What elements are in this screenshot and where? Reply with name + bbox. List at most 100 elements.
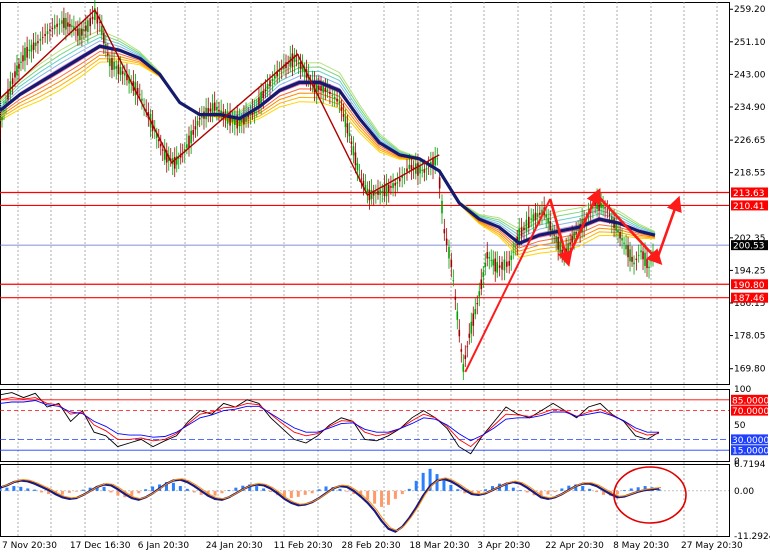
candle-body [295,60,298,62]
histogram-bar [67,490,71,493]
candle-body [627,245,629,258]
candle-body [5,101,7,104]
candle-body [39,38,42,41]
candle-body [569,242,571,245]
candle-body [604,207,606,208]
candle-body [642,251,644,260]
time-axis-label: 28 Feb 20:30 [342,541,401,550]
candle-body [648,266,650,268]
candle-body [486,252,489,259]
candle-body [443,229,446,234]
candle-body [79,28,81,41]
candle-body [490,259,493,261]
candle-body [520,227,523,237]
candle-body [480,279,483,290]
price-level-label: 190.80 [733,281,765,291]
candle-body [63,17,65,28]
candle-body [1,116,3,121]
candle-body [606,210,609,212]
candle-body [264,89,267,92]
candle-body [472,313,475,326]
candle-body [333,96,336,99]
candle-body [354,152,357,166]
candle-body [329,91,331,94]
candle-body [598,198,600,211]
histogram-bar [227,490,231,491]
histogram-bar [102,486,106,491]
candle-body [640,250,642,253]
candle-body [557,236,559,250]
histogram-bar [262,488,266,491]
candle-body [637,254,640,256]
candle-body [30,44,33,52]
oscillator-level-label: 85.0000 [732,396,769,406]
histogram-bar [456,489,460,491]
candle-body [69,23,71,27]
candle-body [0,123,1,130]
candle-body [392,183,394,189]
candle-body [508,260,511,266]
candle-body [492,259,495,266]
candle-body [336,98,338,102]
candle-body [518,228,521,242]
candle-body [91,16,94,20]
candle-body [138,94,141,96]
candle-body [532,214,535,222]
candle-body [49,29,51,31]
candle-body [201,116,203,118]
price-axis-label: 178.05 [734,332,766,342]
candle-body [85,25,87,31]
histogram-bar [317,489,321,491]
chart-svg: 259.20251.10243.00234.90226.65218.55202.… [0,0,770,551]
oscillator-axis-label: 50 [734,421,746,431]
candle-body [383,185,386,197]
candle-body [623,242,625,244]
candle-body [324,87,327,92]
candle-body [534,212,537,221]
candle-body [216,106,218,111]
histogram-axis-label: 6.7194 [734,460,766,470]
candle-body [159,143,162,147]
candle-body [466,346,469,348]
histogram-bar [484,489,488,491]
histogram-bar [345,490,349,492]
candle-body [381,191,384,193]
candle-body [559,241,561,253]
candle-body [530,218,532,220]
histogram-bar [324,486,328,491]
candle-body [364,185,367,189]
candle-body [527,216,530,228]
candle-body [514,246,517,248]
time-axis-label: 24 Jan 20:30 [206,541,263,550]
candle-body [121,71,124,75]
candle-body [271,78,274,82]
histogram-bar [407,488,411,491]
candle-body [625,245,627,250]
candle-body [547,217,549,224]
candle-body [484,262,487,268]
candle-body [81,28,83,36]
candle-body [448,246,450,259]
candle-body [464,355,467,360]
candle-body [478,291,481,297]
histogram-bar [116,490,120,496]
candle-body [619,231,621,239]
candle-body [331,94,334,96]
candle-body [539,212,541,215]
candle-body [503,259,506,271]
candle-body [631,256,633,262]
candle-body [192,130,195,135]
histogram-bar [310,490,314,494]
histogram-bar [615,490,619,495]
candle-body [510,255,513,260]
histogram-bar [171,482,175,491]
price-axis-label: 251.10 [734,38,766,48]
histogram-bar [303,490,307,495]
candle-body [506,261,508,267]
candle-body [452,280,455,282]
candle-body [567,243,569,252]
candle-body [644,252,646,266]
candle-body [340,106,343,112]
histogram-bar [74,490,78,492]
histogram-bar [380,490,384,507]
